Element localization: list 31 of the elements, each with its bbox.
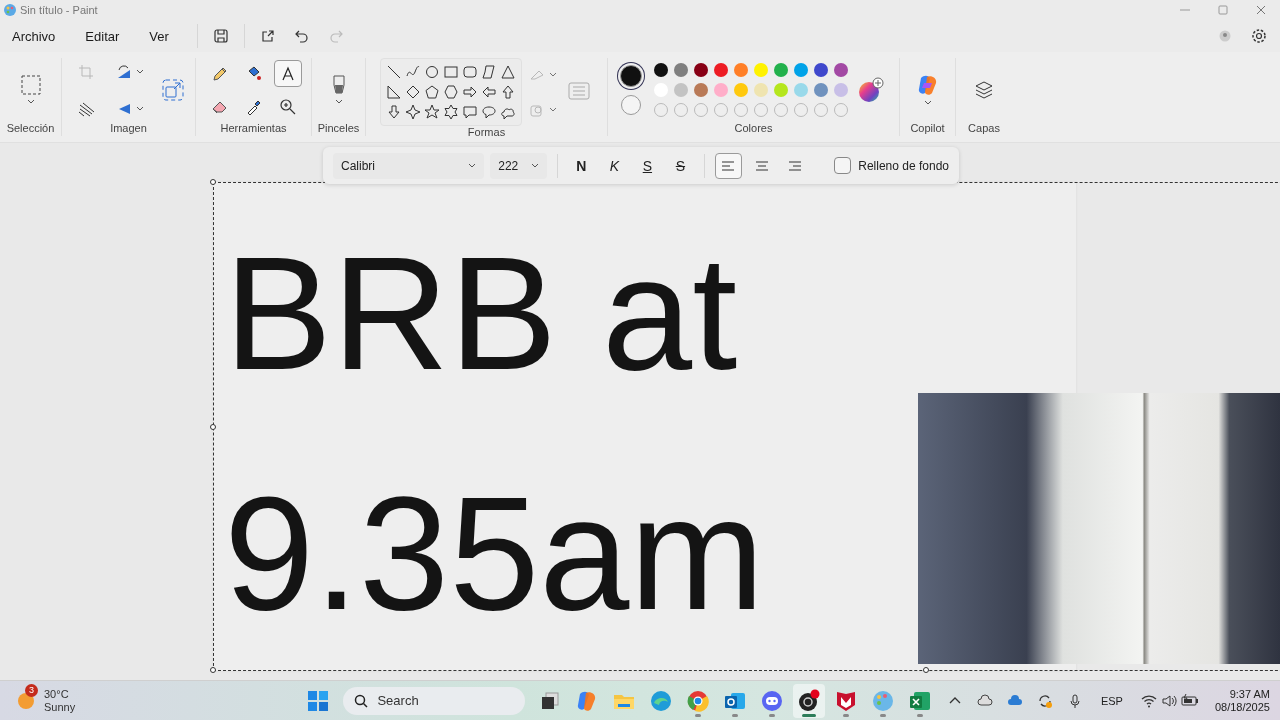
- font-dropdown[interactable]: Calibri: [333, 152, 485, 179]
- bold-button[interactable]: N: [567, 151, 595, 180]
- group-label: Copilot: [910, 122, 945, 136]
- notification-badge: 3: [25, 683, 38, 697]
- font-name: Calibri: [341, 158, 375, 173]
- window-title: Sin título - Paint: [20, 4, 98, 16]
- group-label: Colores: [734, 122, 773, 136]
- checkbox-label: Relleno de fondo: [858, 158, 949, 173]
- group-label: Herramientas: [220, 122, 287, 136]
- group-label: Pinceles: [317, 122, 360, 136]
- group-label: Imagen: [110, 122, 147, 136]
- language-indicator[interactable]: ESP: [1092, 694, 1131, 707]
- size-dropdown[interactable]: 222: [490, 152, 547, 179]
- clock-button[interactable]: 9:37 AM 08/18/2025: [1208, 687, 1270, 714]
- clock-date: 08/18/2025: [1214, 700, 1270, 714]
- group-label: Formas: [467, 126, 506, 140]
- font-size: 222: [498, 158, 519, 173]
- group-label: Selección: [6, 122, 55, 136]
- menu-item[interactable]: Editar: [79, 23, 126, 49]
- clock-time: 9:37 AM: [1229, 687, 1270, 701]
- canvas-text: BRB at: [224, 221, 738, 405]
- search-field[interactable]: Search: [343, 686, 526, 715]
- group-label: Capas: [968, 122, 1000, 136]
- temperature: 30°C: [44, 687, 70, 701]
- canvas-text: 9.35am: [224, 461, 765, 645]
- underline-button[interactable]: S: [633, 151, 661, 180]
- menu-item[interactable]: Ver: [143, 23, 175, 49]
- italic-button[interactable]: K: [600, 151, 628, 180]
- weather-condition: Sunny: [44, 700, 76, 714]
- menu-item[interactable]: Archivo: [6, 23, 62, 49]
- strike-button[interactable]: S: [666, 151, 694, 180]
